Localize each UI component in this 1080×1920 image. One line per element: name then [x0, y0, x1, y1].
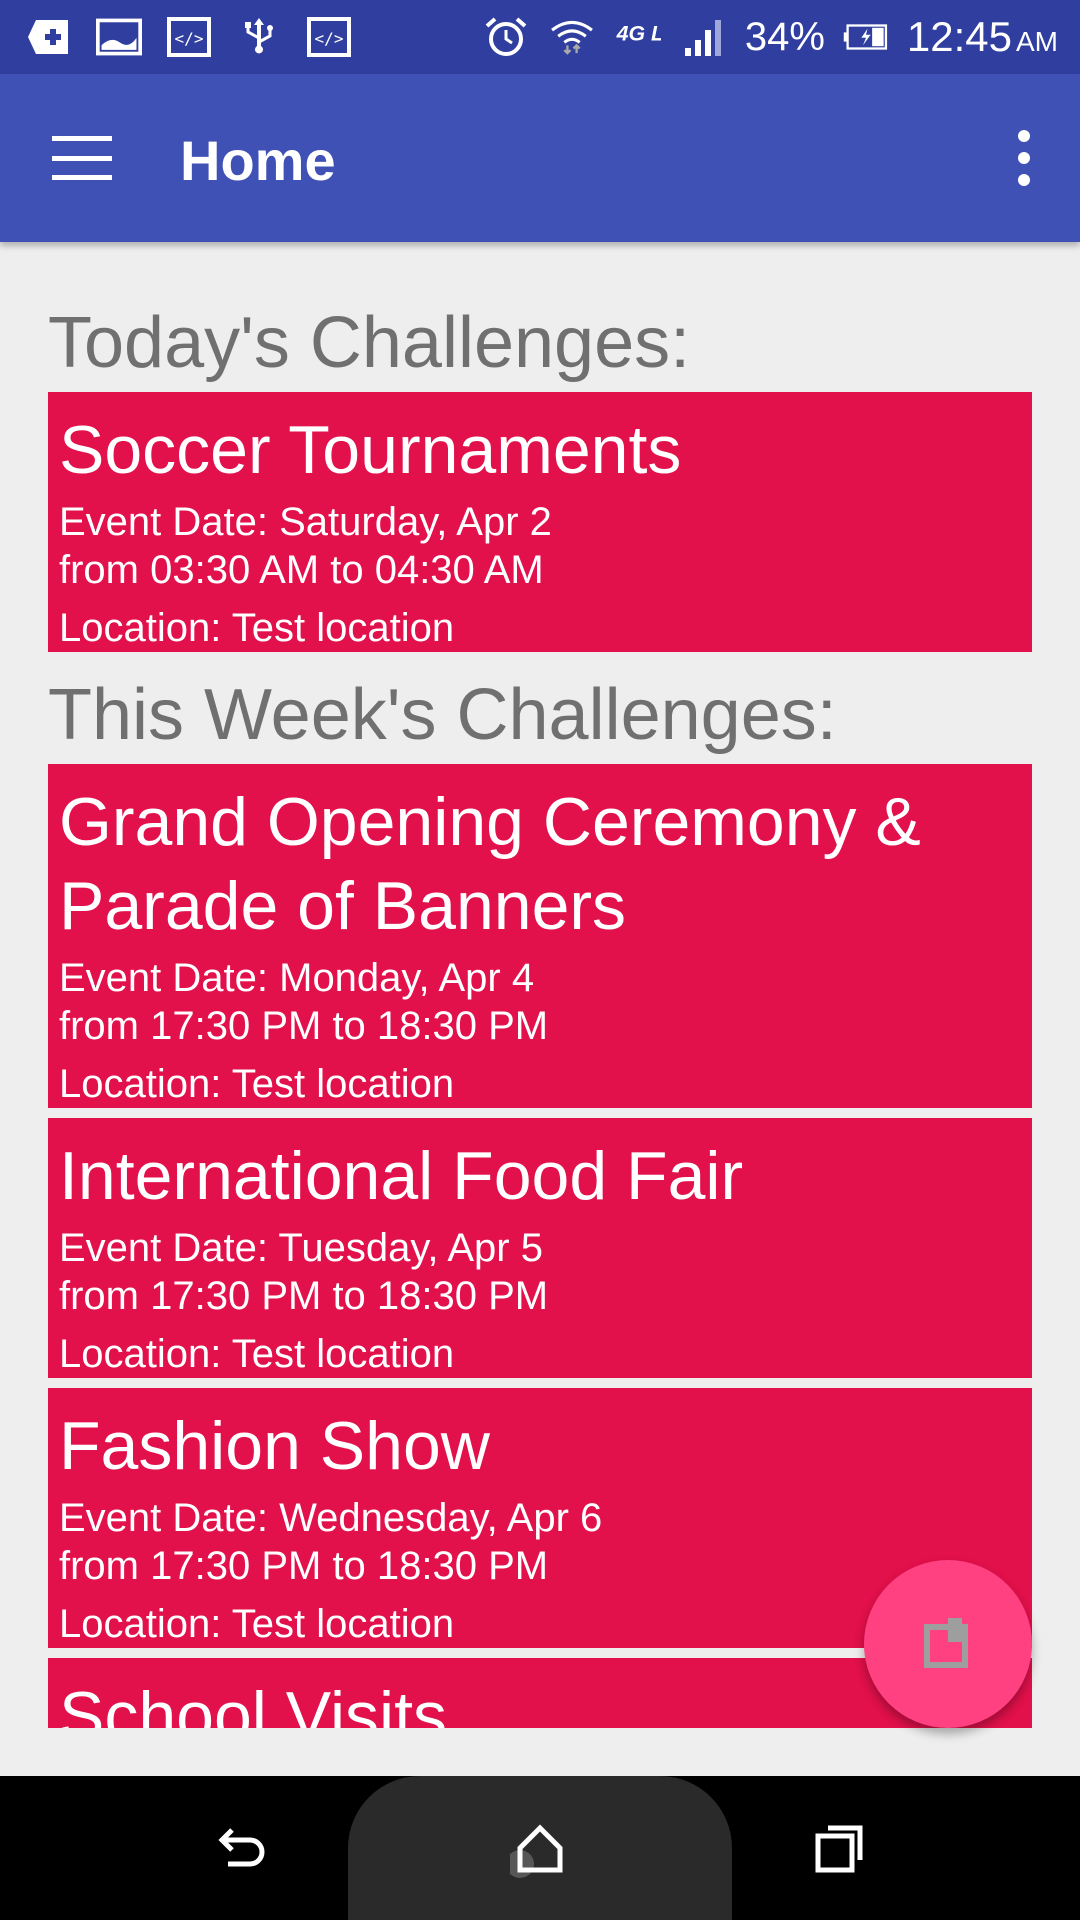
- battery-icon: [841, 15, 891, 59]
- more-options-icon[interactable]: [1012, 130, 1036, 186]
- battery-percent: 34%: [744, 14, 825, 59]
- lte-icon: 4G LTE: [613, 15, 663, 59]
- svg-text:</>: </>: [315, 29, 344, 48]
- back-icon[interactable]: [204, 1812, 276, 1884]
- svg-text:</>: </>: [175, 29, 204, 48]
- event-date: Event Date: Saturday, Apr 2: [59, 500, 552, 544]
- event-time: from 17:30 PM to 18:30 PM: [59, 1274, 549, 1318]
- recents-icon[interactable]: [804, 1812, 876, 1884]
- event-title-line2: Parade of Banners: [59, 868, 627, 944]
- usb-icon: [234, 15, 284, 59]
- status-bar: </> </> 4G LTE 34% 12:45AM: [0, 0, 1080, 74]
- app-bar: Home: [0, 74, 1080, 242]
- event-time: from 17:30 PM to 18:30 PM: [59, 1544, 549, 1588]
- signal-icon: [679, 15, 729, 59]
- today-heading: Today's Challenges:: [48, 303, 691, 383]
- image-icon: [94, 15, 144, 59]
- challenges-list[interactable]: Today's Challenges: Soccer Tournaments E…: [0, 242, 1080, 1728]
- system-nav-bar: [0, 1776, 1080, 1920]
- event-date: Event Date: Tuesday, Apr 5: [59, 1226, 543, 1270]
- home-icon[interactable]: [504, 1812, 576, 1884]
- svg-text:4G LTE: 4G LTE: [615, 21, 660, 45]
- week-heading: This Week's Challenges:: [48, 675, 837, 755]
- event-title: Fashion Show: [59, 1408, 490, 1484]
- bookmark-icon: [924, 1618, 968, 1668]
- event-location: Location: Test location: [59, 1062, 455, 1106]
- bookmark-fab[interactable]: [864, 1560, 1032, 1728]
- menu-icon[interactable]: [52, 136, 112, 180]
- code-icon: </>: [304, 15, 354, 59]
- event-card[interactable]: Soccer Tournaments Event Date: Saturday,…: [48, 392, 1032, 652]
- event-title: Soccer Tournaments: [59, 412, 682, 488]
- event-time: from 17:30 PM to 18:30 PM: [59, 1004, 549, 1048]
- event-card[interactable]: International Food Fair Event Date: Tues…: [48, 1118, 1032, 1378]
- event-title: International Food Fair: [59, 1138, 744, 1214]
- system-indicators: 4G LTE 34% 12:45AM: [481, 0, 1058, 74]
- event-time: from 03:30 AM to 04:30 AM: [59, 548, 544, 592]
- event-date: Event Date: Monday, Apr 4: [59, 956, 535, 1000]
- event-location: Location: Test location: [59, 1332, 455, 1376]
- event-date: Event Date: Wednesday, Apr 6: [59, 1496, 603, 1540]
- page-title: Home: [180, 129, 336, 192]
- notification-icons: </> </>: [24, 15, 354, 59]
- code-icon: </>: [164, 15, 214, 59]
- event-title-line1: Grand Opening Ceremony &: [59, 784, 921, 860]
- first-aid-icon: [24, 15, 74, 59]
- event-card[interactable]: Grand Opening Ceremony & Parade of Banne…: [48, 764, 1032, 1108]
- clock: 12:45 AM: [906, 13, 1058, 60]
- event-location: Location: Test location: [59, 606, 455, 650]
- alarm-icon: [481, 15, 531, 59]
- wifi-icon: [547, 15, 597, 59]
